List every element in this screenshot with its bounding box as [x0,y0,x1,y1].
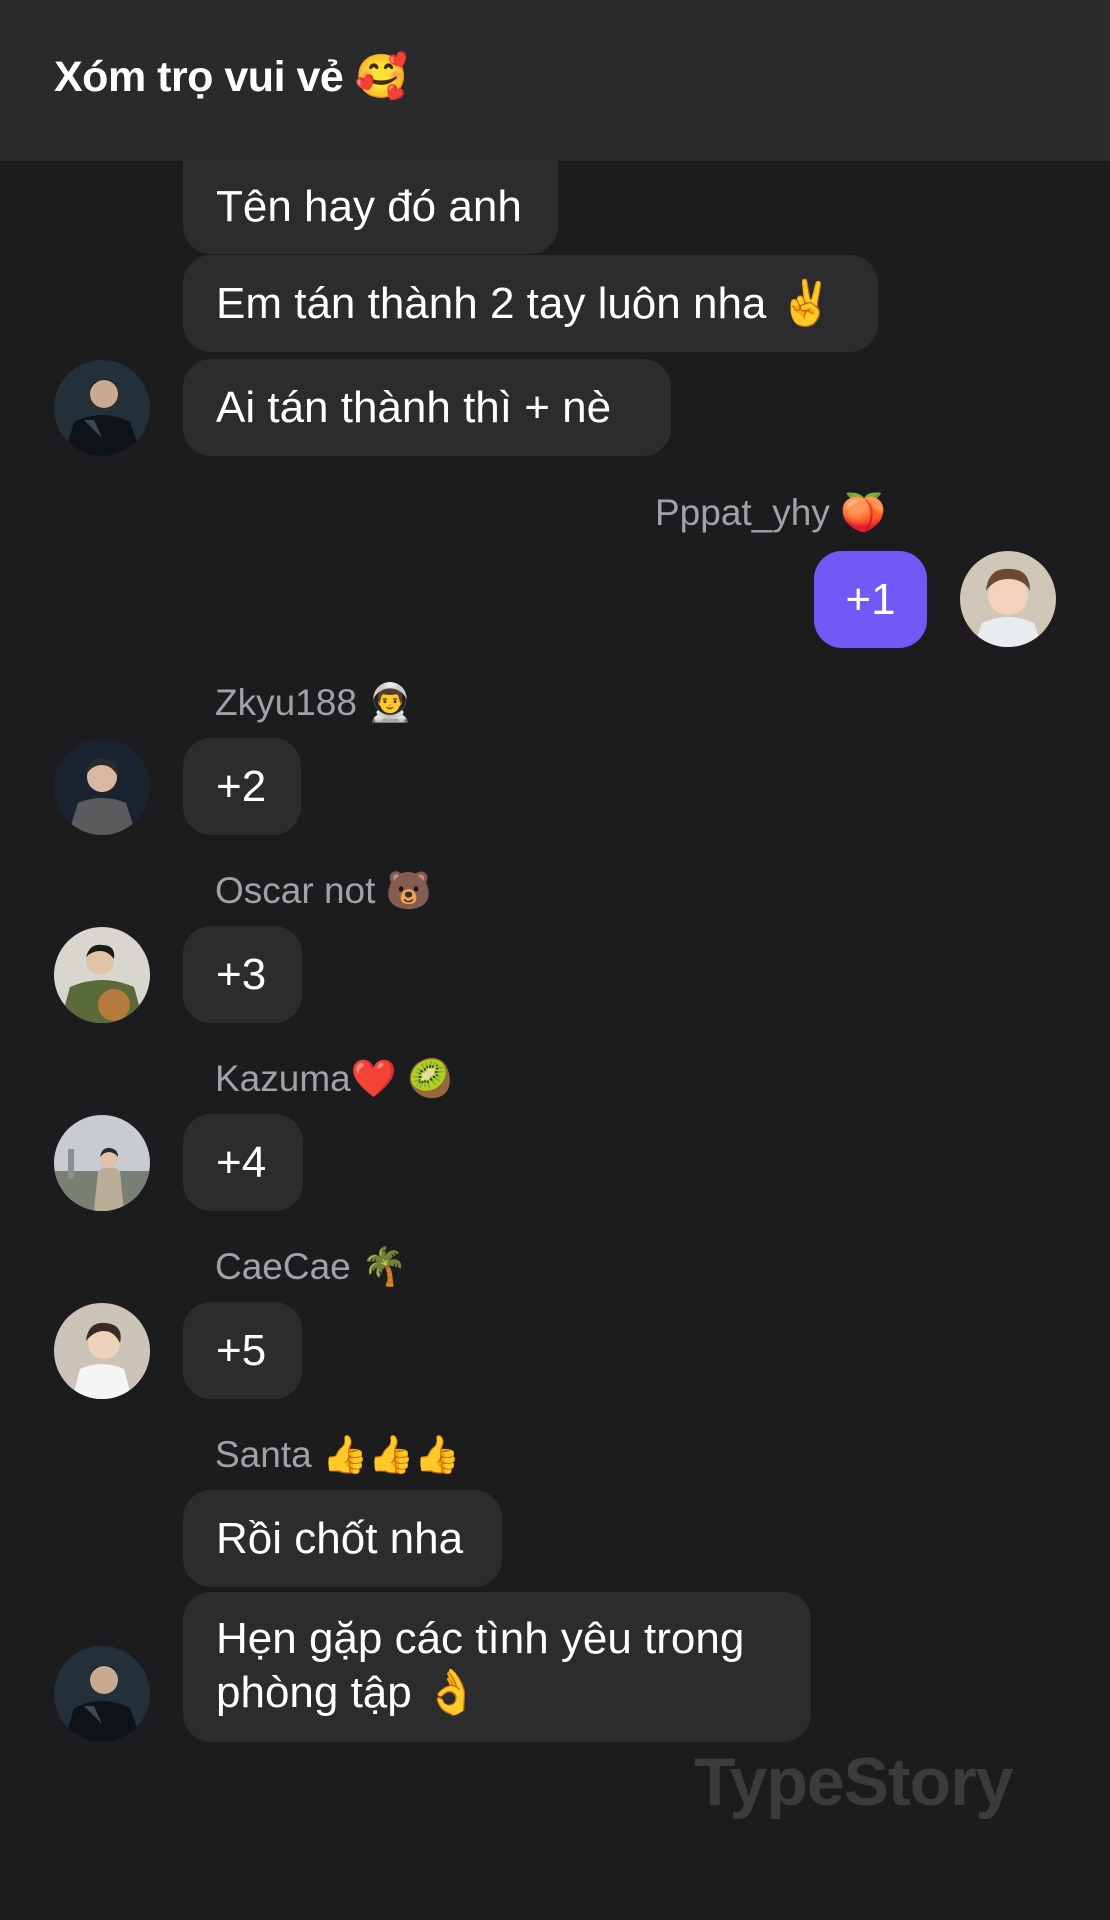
message-text: +3 [216,950,267,999]
sender-name: Oscar not 🐻 [215,870,432,911]
chat-header: Xóm trọ vui vẻ 🥰 [0,0,1110,161]
message-text: Ai tán thành thì + nè [216,383,612,432]
group-title[interactable]: Xóm trọ vui vẻ 🥰 [54,52,408,102]
message-text: +5 [216,1326,267,1375]
message-bubble[interactable]: Ai tán thành thì + nè [183,359,671,456]
avatar-image [54,1646,150,1742]
avatar-image [54,927,150,1023]
message-text: Em tán thành 2 tay luôn nha ✌️ [216,279,834,328]
avatar[interactable] [54,739,150,835]
sender-name: Kazuma❤️ 🥝 [215,1058,454,1099]
message-text: Hẹn gặp các tình yêu trong phòng tập 👌 [216,1614,745,1717]
message-text: +1 [845,575,896,624]
message-text: +4 [216,1138,267,1187]
sender-name: Pppat_yhy 🍑 [655,492,887,533]
avatar-image [54,1115,150,1211]
avatar[interactable] [54,1115,150,1211]
message-text: +2 [216,762,267,811]
message-bubble[interactable]: +5 [183,1302,302,1399]
sender-name: Zkyu188 👨‍🚀 [215,682,414,723]
message-bubble[interactable]: +3 [183,926,302,1023]
message-bubble[interactable]: +2 [183,738,301,835]
message-bubble[interactable]: Rồi chốt nha [183,1490,502,1587]
avatar[interactable] [54,360,150,456]
avatar-image [54,1303,150,1399]
message-bubble[interactable]: Hẹn gặp các tình yêu trong phòng tập 👌 [183,1592,811,1742]
avatar[interactable] [54,1303,150,1399]
sender-name: CaeCae 🌴 [215,1246,408,1287]
avatar[interactable] [54,1646,150,1742]
avatar-image [960,551,1056,647]
watermark-logo: TypeStory [694,1744,1013,1820]
avatar-image [54,360,150,456]
message-text: Rồi chốt nha [216,1514,464,1563]
message-bubble-outgoing[interactable]: +1 [814,551,927,648]
avatar-image [54,739,150,835]
message-bubble[interactable]: Tên hay đó anh [183,158,558,254]
message-bubble[interactable]: +4 [183,1114,303,1211]
avatar[interactable] [960,551,1056,647]
message-text: Tên hay đó anh [216,182,522,231]
message-bubble[interactable]: Em tán thành 2 tay luôn nha ✌️ [183,255,878,352]
avatar[interactable] [54,927,150,1023]
sender-name: Santa 👍👍👍 [215,1434,461,1475]
